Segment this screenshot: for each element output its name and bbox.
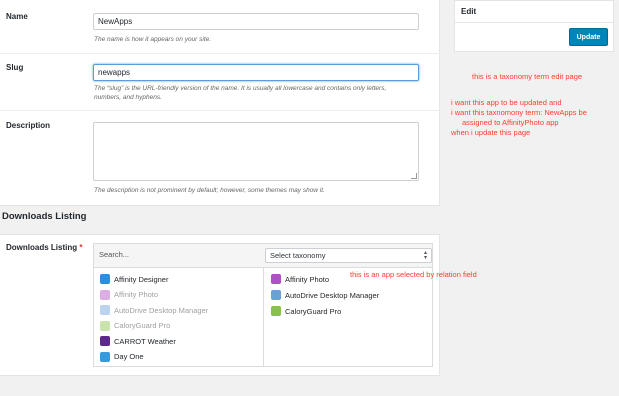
choice-item-label: AutoDrive Desktop Manager [114, 305, 209, 315]
annotation-note-2-line4: when i update this page [451, 128, 531, 137]
annotation-note-3: this is an app selected by relation fiel… [350, 270, 477, 279]
choice-item[interactable]: Affinity Photo [100, 289, 159, 300]
downloads-field-label-text: Downloads Listing [6, 243, 78, 252]
selected-item-label: Affinity Photo [285, 274, 330, 284]
affinity-photo-icon [100, 289, 110, 300]
selected-item[interactable]: CaloryGuard Pro [271, 306, 341, 316]
annotation-note-2-line1: i want this app to be updated and [451, 98, 562, 107]
slug-label: Slug [6, 63, 24, 72]
resize-handle[interactable] [411, 173, 417, 179]
edit-box-title: Edit [461, 7, 477, 16]
caloryguard-icon [100, 320, 110, 331]
search-input[interactable]: Search... [99, 250, 129, 259]
choice-item[interactable]: Affinity Designer [100, 274, 168, 284]
slug-input[interactable]: newapps [93, 64, 419, 81]
day-one-icon [100, 351, 110, 362]
choice-item[interactable]: CaloryGuard Pro [100, 320, 171, 331]
choice-item-label: Affinity Photo [114, 290, 159, 299]
choice-item[interactable]: Day One [100, 351, 144, 362]
annotation-note-2-line2: i want this taxnomony term: NewApps be [451, 108, 587, 117]
choice-item-label: CaloryGuard Pro [114, 321, 171, 330]
choice-item[interactable]: CARROT Weather [100, 336, 176, 346]
annotation-note-2-line3: assigned to AffinityPhoto app [462, 118, 559, 127]
name-help: The name is how it appears on your site. [94, 36, 212, 43]
affinity-designer-icon [100, 274, 110, 284]
affinity-photo-icon [271, 274, 281, 284]
name-label: Name [6, 12, 28, 21]
choice-item-label: Day One [114, 352, 144, 361]
taxonomy-select-value: Select taxonomy [270, 251, 326, 260]
column-divider [263, 268, 264, 367]
selected-item[interactable]: Affinity Photo [271, 274, 329, 284]
divider [0, 110, 440, 111]
choice-item-label: CARROT Weather [114, 336, 176, 346]
annotation-note-1: this is a taxonomy term edit page [472, 72, 583, 81]
slug-help-line1: The “slug” is the URL-friendly version o… [94, 85, 387, 92]
selected-item-label: CaloryGuard Pro [285, 306, 342, 316]
choice-item[interactable]: AutoDrive Desktop Manager [100, 305, 208, 315]
description-help: The description is not prominent by defa… [94, 187, 325, 194]
taxonomy-select[interactable]: Select taxonomy ▴ ▾ [265, 248, 432, 263]
edit-box-divider [454, 22, 614, 23]
slug-help-line2: numbers, and hyphens. [94, 94, 162, 101]
description-textarea[interactable] [93, 122, 419, 181]
section-title: Downloads Listing [2, 211, 87, 222]
name-input[interactable]: NewApps [93, 13, 419, 30]
description-label: Description [6, 121, 51, 130]
select-arrows-icon: ▴ ▾ [423, 250, 427, 261]
update-button[interactable]: Update [569, 28, 608, 46]
required-asterisk: * [79, 243, 83, 252]
carrot-weather-icon [100, 336, 110, 346]
divider [0, 53, 440, 54]
downloads-field-label: Downloads Listing * [6, 243, 82, 252]
autodrive-icon [271, 290, 281, 300]
selected-item-label: AutoDrive Desktop Manager [285, 290, 380, 300]
autodrive-icon [100, 305, 110, 315]
caloryguard-icon [271, 306, 281, 316]
selected-item[interactable]: AutoDrive Desktop Manager [271, 290, 379, 300]
choice-item-label: Affinity Designer [114, 274, 169, 284]
